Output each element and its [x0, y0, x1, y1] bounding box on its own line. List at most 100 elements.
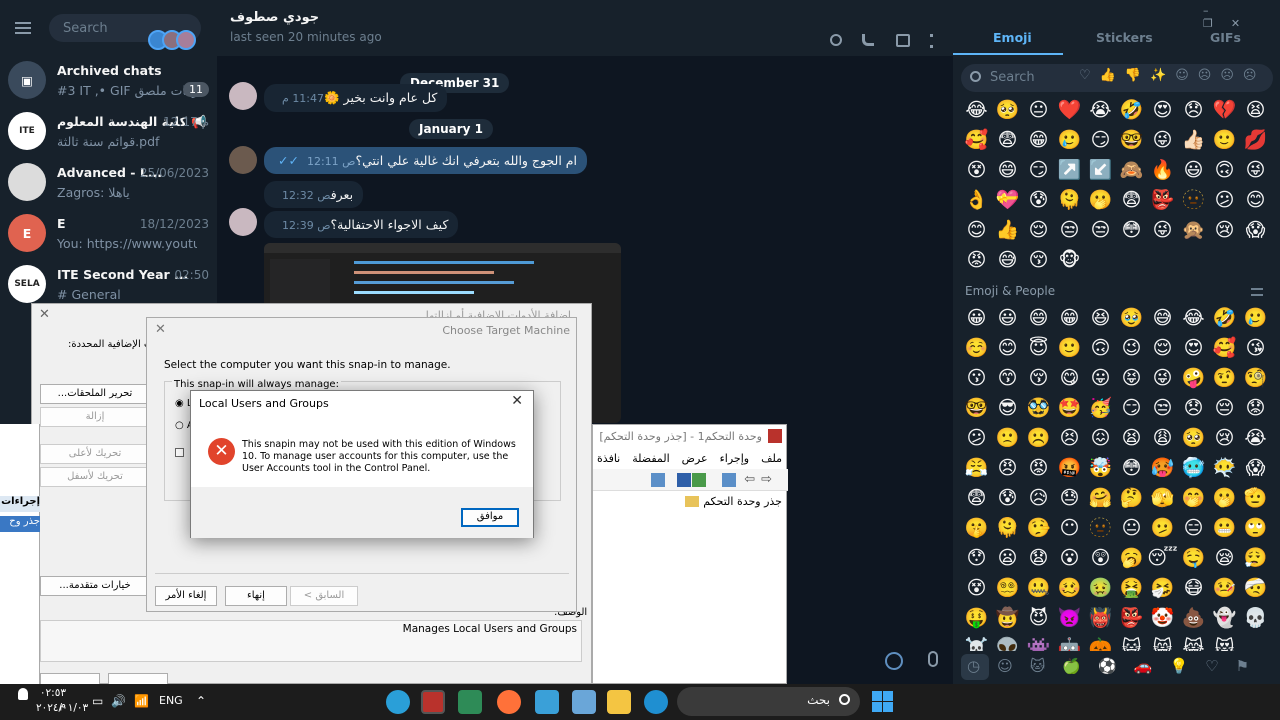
- story-avatar[interactable]: [176, 30, 196, 50]
- emoji-item[interactable]: 😚: [1023, 245, 1054, 275]
- menu-item[interactable]: عرض: [682, 452, 708, 465]
- tray-overflow-icon[interactable]: ⌃: [196, 694, 206, 708]
- emoji-item[interactable]: 🤨: [1209, 363, 1240, 393]
- emoji-item[interactable]: 🤢: [1085, 573, 1116, 603]
- emoji-item[interactable]: ☹️: [1023, 423, 1054, 453]
- advanced-options-button[interactable]: خيارات متقدمة...: [40, 576, 150, 596]
- stories-avatars[interactable]: [148, 30, 196, 50]
- emoji-item[interactable]: 🥺: [1178, 423, 1209, 453]
- emoji-item[interactable]: 😟: [1240, 393, 1271, 423]
- heart-icon[interactable]: ♡: [1205, 657, 1218, 675]
- emoji-item[interactable]: 😮: [1054, 543, 1085, 573]
- emoji-item[interactable]: 😠: [992, 453, 1023, 483]
- emoji-item[interactable]: 🥴: [1054, 573, 1085, 603]
- emoji-item[interactable]: 🤬: [1054, 453, 1085, 483]
- emoji-item[interactable]: 😹: [1178, 633, 1209, 651]
- emoji-item[interactable]: 🤮: [1116, 573, 1147, 603]
- monitor-taskbar-icon[interactable]: [535, 690, 559, 714]
- emoji-item[interactable]: 🫣: [1147, 483, 1178, 513]
- emoji-item[interactable]: 😗: [961, 363, 992, 393]
- emoji-item[interactable]: 😍: [1147, 95, 1178, 125]
- emoji-item[interactable]: 😂: [961, 95, 992, 125]
- emoji-item[interactable]: 🫠: [1054, 185, 1085, 215]
- close-icon[interactable]: ✕: [511, 393, 523, 409]
- allow-change-checkbox[interactable]: [175, 448, 184, 457]
- emoji-item[interactable]: 😦: [992, 543, 1023, 573]
- emoji-item[interactable]: 🥰: [1209, 333, 1240, 363]
- mmc-console-window[interactable]: وحدة التحكم1 - [جذر وحدة التحكم] ملف وإجر…: [592, 424, 788, 684]
- emoji-item[interactable]: 🙁: [992, 423, 1023, 453]
- emoji-item[interactable]: 😛: [1085, 363, 1116, 393]
- emoji-item[interactable]: 😶‍🌫️: [1209, 453, 1240, 483]
- emoji-item[interactable]: ☠️: [961, 633, 992, 651]
- emoji-item[interactable]: 🤧: [1147, 573, 1178, 603]
- file-explorer-taskbar-icon[interactable]: [607, 690, 631, 714]
- message-bubble[interactable]: كيف الاجواء الاحتفالية؟ص 12:39: [264, 211, 459, 238]
- emoji-item[interactable]: 😆: [1085, 303, 1116, 333]
- emoji-item[interactable]: 😻: [1209, 633, 1240, 651]
- smile-icon[interactable]: ☺: [997, 657, 1013, 675]
- emoji-item[interactable]: 😢: [1209, 215, 1240, 245]
- emoji-item[interactable]: 😣: [1054, 423, 1085, 453]
- emoji-item[interactable]: 😀: [961, 303, 992, 333]
- emoji-item[interactable]: 💩: [1178, 603, 1209, 633]
- chat-list-item[interactable]: Advanced - L... Zagros: ياهلا 25/06/2023: [0, 158, 217, 209]
- emoji-item[interactable]: 😝: [1116, 363, 1147, 393]
- emoji-item[interactable]: 😒: [1054, 215, 1085, 245]
- emoji-item[interactable]: 😜: [1147, 215, 1178, 245]
- emoji-category-filter-icons[interactable]: ♡👍👎✨☺☹☹☹: [1079, 68, 1265, 83]
- emoji-item[interactable]: 🤡: [1147, 603, 1178, 633]
- emoji-item[interactable]: 🥰: [961, 125, 992, 155]
- emoji-item[interactable]: 😄: [1023, 303, 1054, 333]
- sidebar-toggle-icon[interactable]: [896, 34, 910, 47]
- edge-taskbar-icon[interactable]: [644, 690, 668, 714]
- emoji-item[interactable]: ↙️: [1085, 155, 1116, 185]
- emoji-item[interactable]: 😱: [1240, 215, 1271, 245]
- emoji-item[interactable]: 🤔: [1116, 483, 1147, 513]
- emoji-item[interactable]: 🙃: [1085, 333, 1116, 363]
- emoji-item[interactable]: 😥: [1023, 483, 1054, 513]
- emoji-item[interactable]: 😊: [961, 215, 992, 245]
- emoji-item[interactable]: 🥶: [1178, 453, 1209, 483]
- emoji-item[interactable]: 🙊: [1178, 215, 1209, 245]
- emoji-item[interactable]: 😂: [1178, 303, 1209, 333]
- emoji-item[interactable]: 🤥: [1023, 513, 1054, 543]
- emoji-item[interactable]: ↗️: [1054, 155, 1085, 185]
- emoji-item[interactable]: 👾: [1023, 633, 1054, 651]
- emoji-item[interactable]: 😄: [992, 155, 1023, 185]
- cat-icon[interactable]: 🐱: [1030, 657, 1046, 675]
- emoji-item[interactable]: 😴: [1147, 543, 1178, 573]
- emoji-item[interactable]: 😇: [1023, 333, 1054, 363]
- actions-item[interactable]: جذر وح: [0, 516, 40, 532]
- toolbar-icon[interactable]: [722, 473, 736, 487]
- emoji-item[interactable]: 😮‍💨: [1240, 543, 1271, 573]
- emoji-item[interactable]: 💀: [1240, 603, 1271, 633]
- emoji-item[interactable]: 👺: [1147, 185, 1178, 215]
- apple-icon[interactable]: 🍏: [1062, 657, 1081, 675]
- emoji-item[interactable]: 😐: [1116, 513, 1147, 543]
- emoji-item[interactable]: 😃: [1178, 155, 1209, 185]
- emoji-toggle-icon[interactable]: [885, 652, 903, 670]
- emoji-item[interactable]: 🤒: [1209, 573, 1240, 603]
- emoji-item[interactable]: 😲: [1085, 543, 1116, 573]
- emoji-item[interactable]: 😘: [1240, 333, 1271, 363]
- tray-status-icons[interactable]: ▭🔊📶: [92, 694, 157, 708]
- emoji-item[interactable]: ☺️: [961, 333, 992, 363]
- emoji-item[interactable]: 😙: [992, 363, 1023, 393]
- emoji-item[interactable]: 🥵: [1147, 453, 1178, 483]
- emoji-item[interactable]: 🤩: [1054, 393, 1085, 423]
- emoji-item[interactable]: 😑: [1178, 513, 1209, 543]
- car-icon[interactable]: 🚗: [1134, 657, 1153, 675]
- emoji-item[interactable]: 😕: [1209, 185, 1240, 215]
- emoji-item[interactable]: 🤫: [961, 513, 992, 543]
- emoji-item[interactable]: 🫢: [1085, 185, 1116, 215]
- chat-header[interactable]: جودي صطوف last seen 20 minutes ago: [217, 0, 953, 56]
- emoji-item[interactable]: 🫢: [1209, 483, 1240, 513]
- emoji-item[interactable]: 🤣: [1116, 95, 1147, 125]
- emoji-item[interactable]: 😰: [1023, 185, 1054, 215]
- emoji-item[interactable]: 😏: [1085, 125, 1116, 155]
- remove-button[interactable]: إزالة: [40, 407, 150, 427]
- emoji-search-input[interactable]: Search ♡👍👎✨☺☹☹☹: [961, 64, 1273, 92]
- menu-item[interactable]: ملف: [761, 452, 782, 465]
- emoji-item[interactable]: 😎: [992, 393, 1023, 423]
